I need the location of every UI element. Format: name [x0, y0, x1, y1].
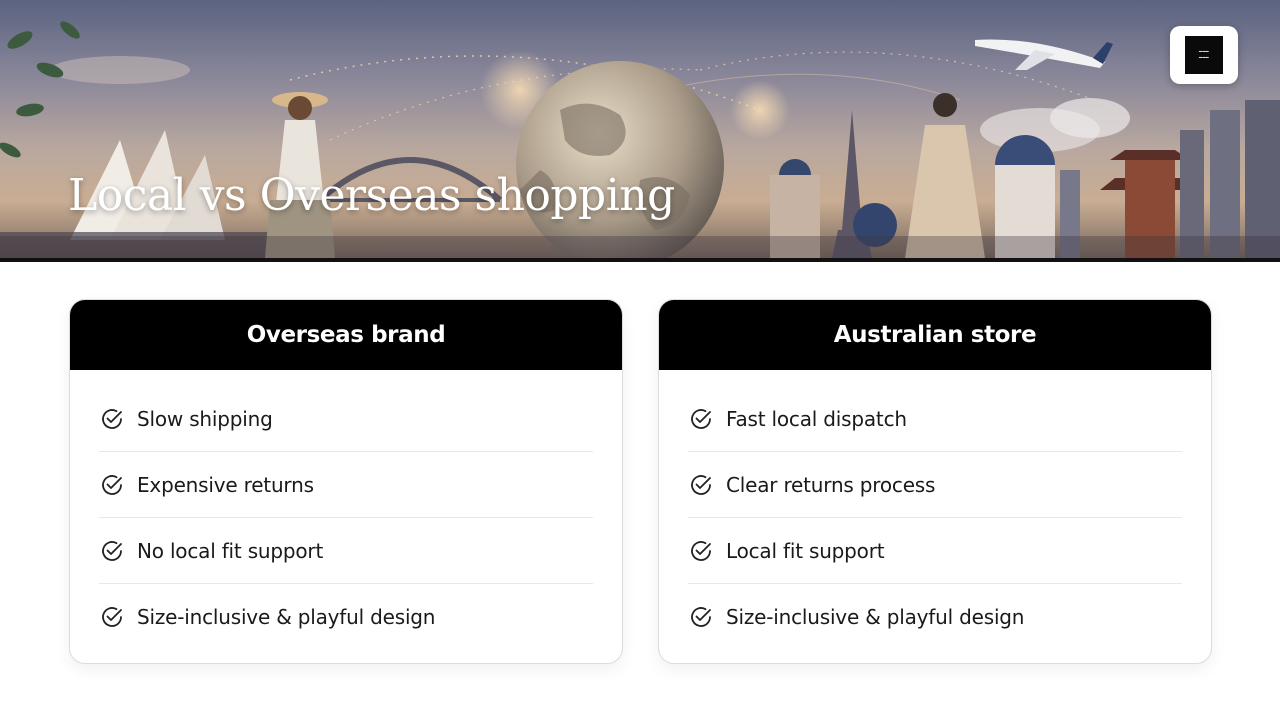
list-item: Size-inclusive & playful design — [688, 584, 1182, 650]
hero-banner: Local vs Overseas shopping ━━━ ━━━ — [0, 0, 1280, 258]
list-item-label: Size-inclusive & playful design — [137, 605, 436, 629]
australian-store-card: Australian store Fast local dispatch Cle… — [658, 299, 1212, 664]
check-circle-icon — [691, 607, 711, 627]
check-circle-icon — [102, 408, 122, 429]
check-circle-icon — [691, 540, 711, 561]
feature-list: Fast local dispatch Clear returns proces… — [659, 370, 1211, 650]
check-circle-icon — [691, 408, 711, 429]
list-item: Clear returns process — [688, 452, 1182, 518]
check-circle-icon — [691, 474, 711, 495]
list-item-label: Expensive returns — [137, 472, 314, 497]
brand-logo-icon: ━━━ ━━━ — [1185, 36, 1223, 74]
hero-divider — [0, 258, 1280, 262]
list-item: Expensive returns — [99, 452, 593, 518]
list-item: Size-inclusive & playful design — [99, 584, 593, 650]
list-item: Local fit support — [688, 518, 1182, 584]
list-item-label: No local fit support — [137, 538, 324, 563]
list-item: Slow shipping — [99, 370, 593, 452]
list-item-label: Local fit support — [726, 538, 885, 563]
check-circle-icon — [102, 540, 122, 561]
list-item-label: Clear returns process — [726, 472, 936, 497]
brand-logo-badge[interactable]: ━━━ ━━━ — [1170, 26, 1238, 84]
card-title: Overseas brand — [70, 300, 622, 370]
list-item: No local fit support — [99, 518, 593, 584]
list-item-label: Size-inclusive & playful design — [726, 605, 1025, 629]
card-title: Australian store — [659, 300, 1211, 370]
page-title: Local vs Overseas shopping — [68, 170, 675, 221]
list-item-label: Slow shipping — [137, 406, 273, 431]
list-item: Fast local dispatch — [688, 370, 1182, 452]
check-circle-icon — [102, 607, 122, 627]
feature-list: Slow shipping Expensive returns No local… — [70, 370, 622, 650]
list-item-label: Fast local dispatch — [726, 406, 907, 431]
check-circle-icon — [102, 474, 122, 495]
overseas-brand-card: Overseas brand Slow shipping Expensive r… — [69, 299, 623, 664]
